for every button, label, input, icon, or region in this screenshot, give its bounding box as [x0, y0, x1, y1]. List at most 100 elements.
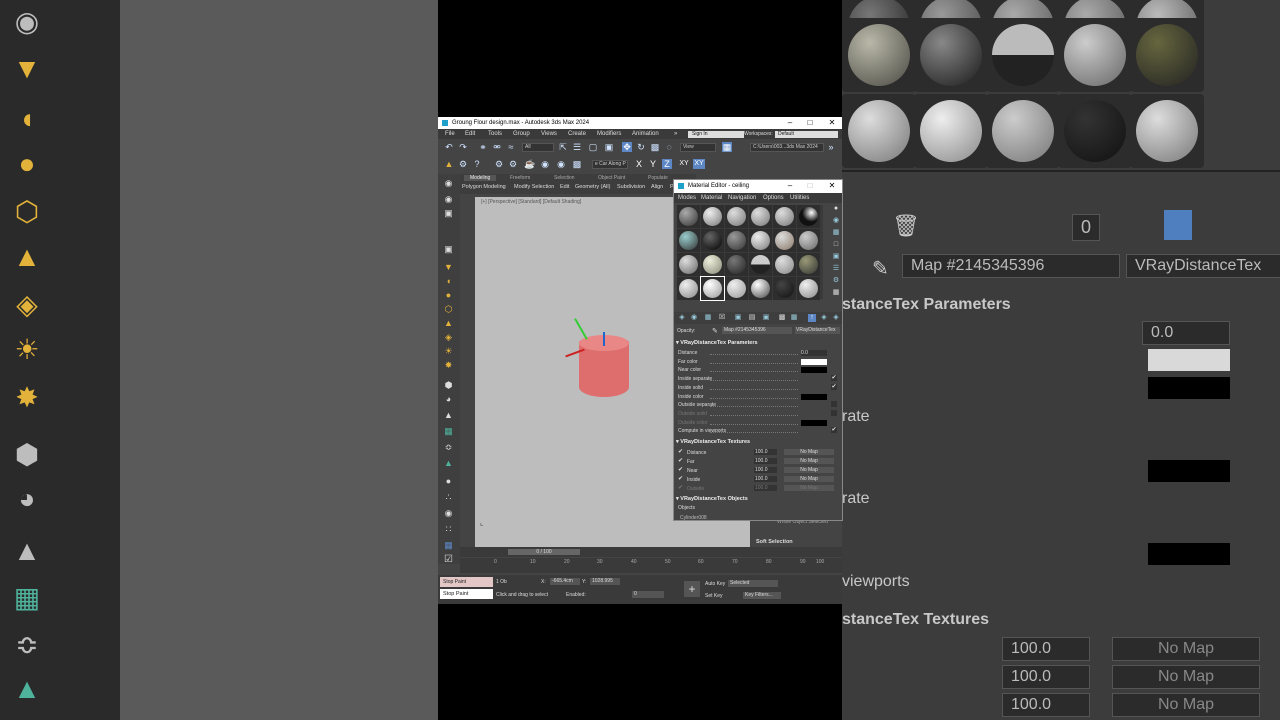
- texture-enable-checkbox[interactable]: ✔: [678, 458, 684, 464]
- render-icon[interactable]: ⚙: [508, 159, 518, 169]
- selected-dropdown[interactable]: Selected: [728, 580, 778, 587]
- me-menu-modes[interactable]: Modes: [678, 195, 696, 201]
- material-slot[interactable]: [773, 205, 796, 228]
- maximize-button[interactable]: □: [802, 118, 818, 128]
- track-bar[interactable]: 0 10 20 30 40 50 60 70 80 90 100: [460, 558, 842, 573]
- bell-light-icon[interactable]: ◈: [443, 332, 454, 343]
- teapot-render-icon[interactable]: ☕: [524, 159, 535, 169]
- texture-amount-spinner[interactable]: 100.0: [754, 449, 777, 455]
- window-crossing-icon[interactable]: ▣: [604, 142, 614, 152]
- pick-material-icon[interactable]: ◈: [832, 314, 840, 322]
- sun-icon[interactable]: ☀: [443, 346, 454, 357]
- frame-field[interactable]: 0: [632, 591, 664, 598]
- material-slot[interactable]: [725, 253, 748, 276]
- tab-populate[interactable]: Populate: [648, 175, 668, 181]
- material-slot[interactable]: [725, 205, 748, 228]
- render-frame-icon[interactable]: ◉: [540, 159, 550, 169]
- rect-selection-icon[interactable]: ▢: [588, 142, 598, 152]
- move-icon[interactable]: ✥: [622, 142, 632, 152]
- show-map-icon[interactable]: ▩: [778, 314, 786, 322]
- sphere-white-icon[interactable]: ●: [443, 476, 454, 487]
- texture-amount-spinner[interactable]: 100.0: [754, 467, 777, 473]
- render-setup-icon[interactable]: ⚙: [494, 159, 504, 169]
- texture-amount-spinner[interactable]: 100.0: [754, 485, 777, 491]
- make-preview-icon[interactable]: ☰: [832, 265, 840, 273]
- sample-type-icon[interactable]: ●: [832, 205, 840, 213]
- color-swatch[interactable]: [801, 393, 827, 400]
- reset-map-icon[interactable]: ☒: [718, 314, 726, 322]
- camera3-icon[interactable]: ▣: [443, 244, 454, 255]
- objects-rollout-header[interactable]: ▾ VRayDistanceTex Objects: [676, 496, 838, 504]
- close-button[interactable]: ✕: [824, 118, 840, 128]
- color-swatch[interactable]: [801, 358, 827, 365]
- distance-spinner[interactable]: 0.0: [801, 350, 827, 356]
- sphere-gray-icon[interactable]: ◕: [443, 394, 454, 405]
- ribbon-modify-selection[interactable]: Modify Selection: [514, 184, 554, 190]
- material-slot[interactable]: [677, 229, 700, 252]
- camera-icon[interactable]: ◉: [443, 178, 454, 189]
- eyedropper-icon[interactable]: ✎: [712, 327, 718, 335]
- param-checkbox[interactable]: [831, 409, 837, 416]
- sunburst-icon[interactable]: ✸: [443, 360, 454, 371]
- options-icon[interactable]: ⚙: [832, 277, 840, 285]
- material-slot[interactable]: [677, 253, 700, 276]
- map-name-field[interactable]: Map #2145345396: [722, 327, 792, 334]
- selection-filter-dropdown[interactable]: All: [522, 143, 554, 152]
- go-forward-sibling-icon[interactable]: ◈: [820, 314, 828, 322]
- rotate-icon[interactable]: ↻: [636, 142, 646, 152]
- backlight-icon[interactable]: ◉: [832, 217, 840, 225]
- material-slot[interactable]: [773, 277, 796, 300]
- ribbon-geometry-all[interactable]: Geometry (All): [575, 184, 610, 190]
- vray-icon[interactable]: ◉: [556, 159, 566, 169]
- lamp-icon[interactable]: ▲: [443, 318, 454, 329]
- material-id-icon[interactable]: ▣: [762, 314, 770, 322]
- texture-map-button[interactable]: No Map: [784, 467, 834, 473]
- soft-selection-rollout[interactable]: Soft Selection: [756, 539, 793, 545]
- menu-views[interactable]: Views: [541, 131, 557, 137]
- unlink-icon[interactable]: ⚮: [492, 142, 502, 152]
- video-check-icon[interactable]: ▣: [832, 253, 840, 261]
- material-slot[interactable]: [701, 205, 724, 228]
- put-to-scene-icon[interactable]: ◉: [690, 314, 698, 322]
- grid-object-icon[interactable]: ▦: [443, 426, 454, 437]
- key-filters-button[interactable]: Key Filters...: [743, 592, 781, 599]
- menu-animation[interactable]: Animation: [632, 131, 659, 137]
- texture-map-button[interactable]: No Map: [784, 449, 834, 455]
- ribbon-polygon-modeling[interactable]: Polygon Modeling: [462, 184, 506, 190]
- material-slot[interactable]: [725, 229, 748, 252]
- me-menu-navigation[interactable]: Navigation: [728, 195, 756, 201]
- param-checkbox[interactable]: ✔: [831, 375, 837, 382]
- texture-amount-spinner[interactable]: 100.0: [754, 458, 777, 464]
- vray-logo-icon[interactable]: ☑: [443, 554, 454, 565]
- menu-tools[interactable]: Tools: [488, 131, 502, 137]
- material-slot[interactable]: [797, 205, 820, 228]
- select-by-material-icon[interactable]: ▦: [832, 289, 840, 297]
- scene-explorer-icon[interactable]: ▩: [572, 159, 582, 169]
- tab-object-paint[interactable]: Object Paint: [598, 175, 625, 181]
- project-path-field[interactable]: C:\Users\003...3ds Max 2024: [750, 143, 824, 152]
- get-material-icon[interactable]: ◈: [678, 314, 686, 322]
- material-slot[interactable]: [701, 253, 724, 276]
- select-object-icon[interactable]: ⇱: [558, 142, 568, 152]
- param-checkbox[interactable]: ✔: [831, 427, 837, 434]
- add-time-tag-icon[interactable]: +: [684, 581, 700, 597]
- placement-icon[interactable]: ◌: [664, 142, 674, 152]
- scale-icon[interactable]: ▩: [650, 142, 660, 152]
- ribbon-align[interactable]: Align: [651, 184, 663, 190]
- time-slider[interactable]: 0 / 100: [508, 549, 580, 555]
- me-menu-utilities[interactable]: Utilities: [790, 195, 809, 201]
- redo-icon[interactable]: ↷: [458, 142, 468, 152]
- me-menu-material[interactable]: Material: [701, 195, 722, 201]
- tab-modeling[interactable]: Modeling: [464, 175, 497, 181]
- gizmo-z-axis[interactable]: [603, 332, 605, 346]
- texture-map-button[interactable]: No Map: [784, 476, 834, 482]
- show-end-result-icon[interactable]: ▦: [790, 314, 798, 322]
- material-slot-selected[interactable]: [700, 276, 725, 301]
- pivot-icon[interactable]: ▦: [722, 142, 732, 152]
- material-slot[interactable]: [749, 253, 772, 276]
- material-slot[interactable]: [677, 277, 700, 300]
- me-minimize-button[interactable]: –: [782, 181, 798, 191]
- particle-icon[interactable]: ∴: [443, 492, 454, 503]
- teapot-icon[interactable]: ▲: [443, 410, 454, 421]
- objects-list-item[interactable]: Cylinder008: [680, 515, 707, 520]
